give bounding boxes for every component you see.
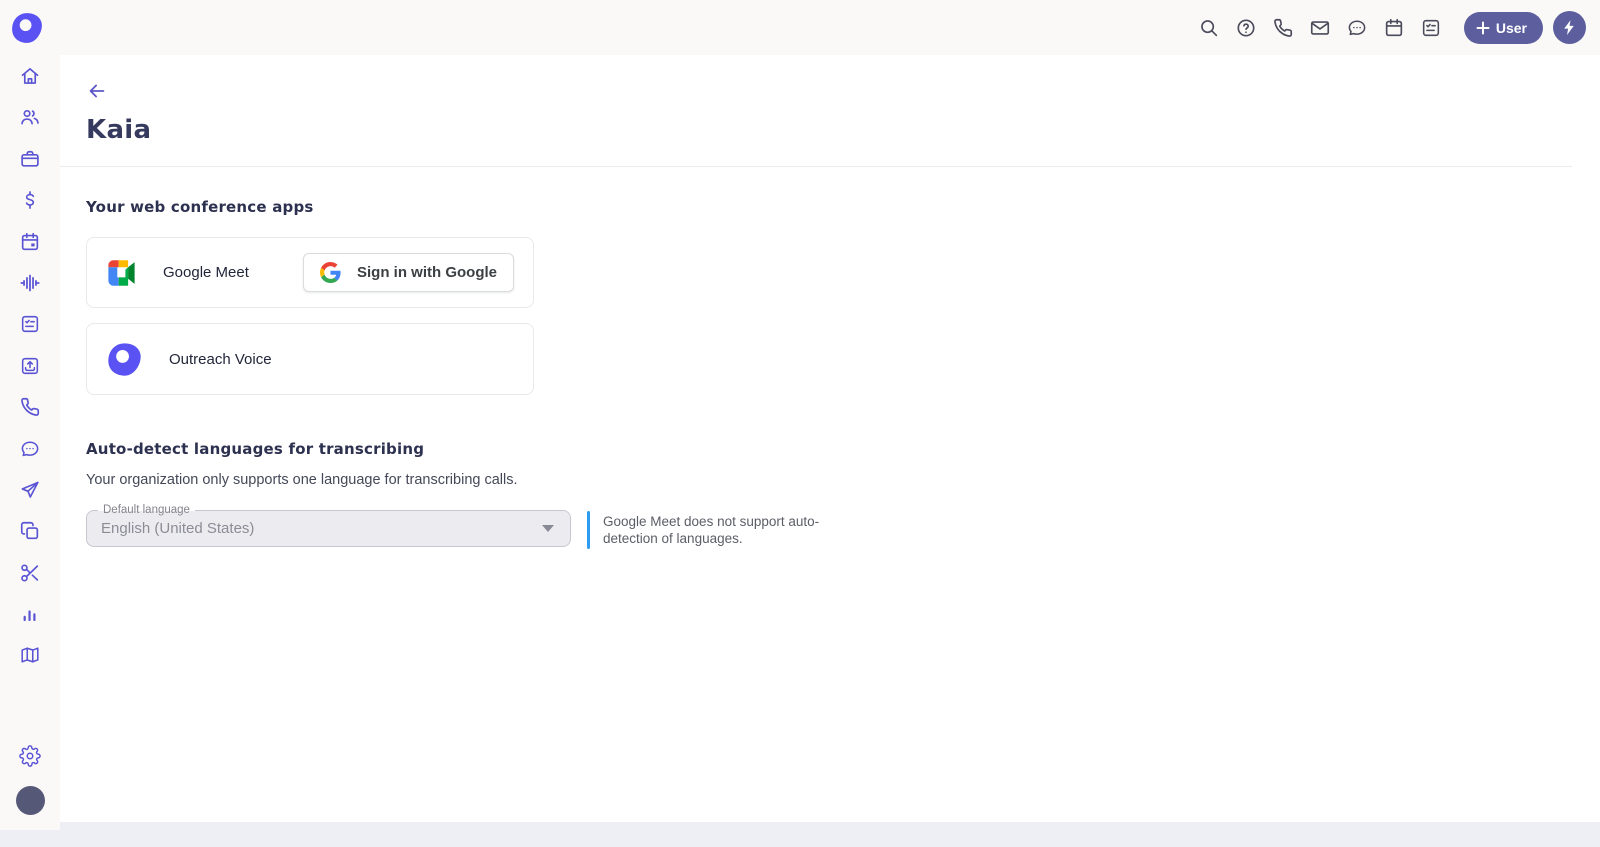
chevron-down-icon (542, 525, 554, 532)
sidebar-nav (0, 55, 60, 830)
add-user-button[interactable]: User (1463, 11, 1543, 44)
outreach-voice-card: Outreach Voice (86, 323, 534, 395)
briefcase-icon[interactable] (19, 148, 41, 170)
templates-icon[interactable] (19, 520, 41, 542)
people-icon[interactable] (19, 106, 41, 128)
send-icon[interactable] (19, 479, 41, 501)
google-g-icon (320, 262, 341, 283)
bottom-strip (0, 830, 1600, 847)
note-text: Google Meet does not support auto-detect… (603, 514, 820, 546)
chat-icon[interactable] (19, 438, 41, 460)
calendar-icon[interactable] (1383, 17, 1405, 39)
home-icon[interactable] (19, 65, 41, 87)
note-accent-bar (587, 511, 590, 549)
calls-icon[interactable] (19, 396, 41, 418)
outreach-logo[interactable] (9, 10, 45, 46)
app-shell: Kaia Your web conference apps Google Mee… (0, 55, 1600, 830)
topbar: User (0, 0, 1600, 55)
google-meet-label: Google Meet (163, 264, 249, 281)
sign-in-with-google-button[interactable]: Sign in with Google (303, 253, 514, 292)
help-icon[interactable] (1235, 17, 1257, 39)
auto-detect-heading: Auto-detect languages for transcribing (86, 440, 425, 458)
phone-icon[interactable] (1272, 17, 1294, 39)
outreach-logo-icon (12, 12, 42, 43)
quick-actions-button[interactable] (1553, 11, 1586, 44)
header-divider (60, 166, 1572, 167)
auto-detect-languages-section: Auto-detect languages for transcribing Y… (86, 440, 1572, 549)
default-language-label: Default language (98, 503, 195, 518)
add-user-label: User (1495, 19, 1527, 36)
sign-in-with-google-label: Sign in with Google (357, 264, 497, 281)
default-language-row: Default language English (United States)… (86, 503, 1572, 549)
main-content: Kaia Your web conference apps Google Mee… (60, 55, 1600, 822)
conference-apps-section: Your web conference apps Google Meet Sig… (86, 198, 1572, 395)
plays-icon[interactable] (19, 644, 41, 666)
topbar-actions (1198, 17, 1442, 39)
lightning-icon (1564, 20, 1574, 35)
google-meet-card: Google Meet Sign in with Google (86, 237, 534, 308)
outreach-voice-label: Outreach Voice (169, 350, 272, 368)
reports-icon[interactable] (19, 603, 41, 625)
google-meet-icon (108, 259, 135, 286)
currency-icon[interactable] (19, 189, 41, 211)
tasks-icon[interactable] (1420, 17, 1442, 39)
outreach-voice-icon (108, 342, 141, 376)
conference-apps-heading: Your web conference apps (86, 198, 314, 216)
plus-icon (1476, 21, 1490, 34)
default-language-select[interactable]: Default language English (United States) (86, 503, 571, 547)
tasks-icon[interactable] (19, 313, 41, 335)
search-icon[interactable] (1198, 17, 1220, 39)
page-title: Kaia (86, 115, 152, 145)
google-meet-note: Google Meet does not support auto-detect… (587, 511, 831, 549)
calendar-icon[interactable] (19, 231, 41, 253)
kaia-waveform-icon[interactable] (19, 272, 41, 294)
import-icon[interactable] (19, 355, 41, 377)
settings-gear-icon[interactable] (19, 744, 41, 767)
back-arrow-icon[interactable] (86, 80, 108, 102)
profile-avatar[interactable] (15, 786, 45, 815)
auto-detect-description: Your organization only supports one lang… (86, 472, 518, 488)
email-icon[interactable] (1309, 17, 1331, 39)
default-language-value: English (United States) (101, 520, 255, 537)
snippets-icon[interactable] (19, 562, 41, 584)
chat-icon[interactable] (1346, 17, 1368, 39)
